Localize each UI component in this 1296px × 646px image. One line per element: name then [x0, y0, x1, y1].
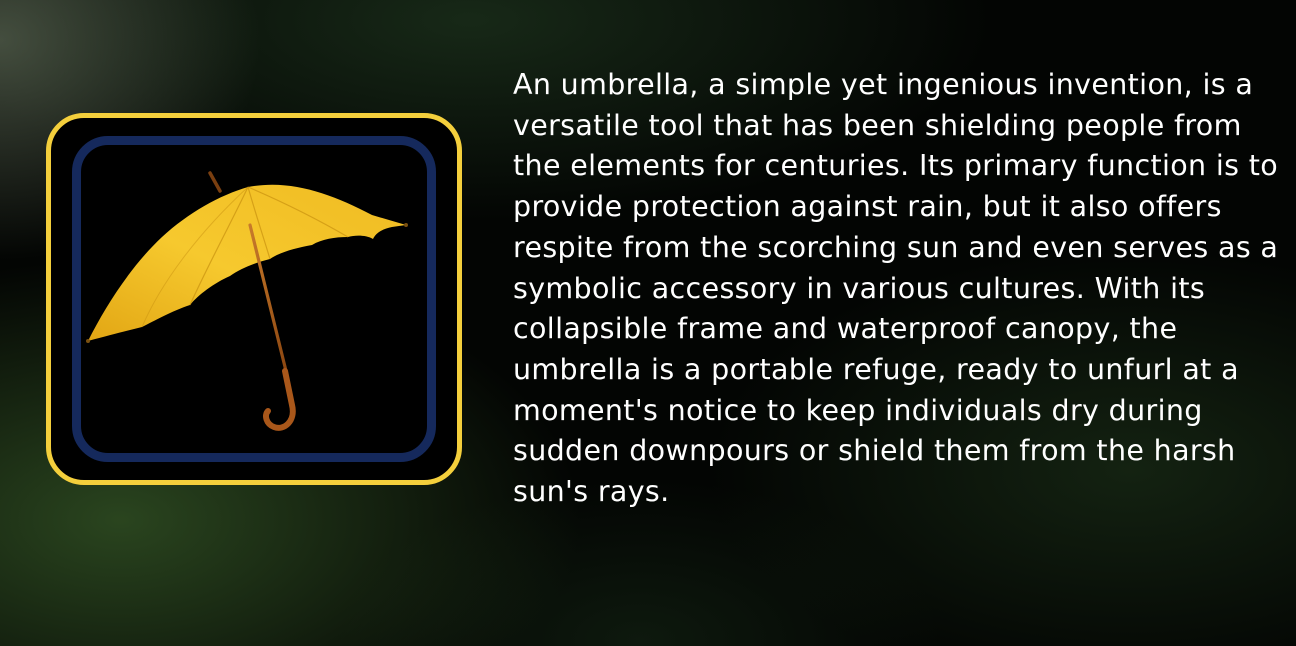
page: An umbrella, a simple yet ingenious inve…: [0, 0, 1296, 646]
yellow-umbrella-icon: [86, 171, 408, 431]
umbrella-description: An umbrella, a simple yet ingenious inve…: [513, 68, 1279, 509]
